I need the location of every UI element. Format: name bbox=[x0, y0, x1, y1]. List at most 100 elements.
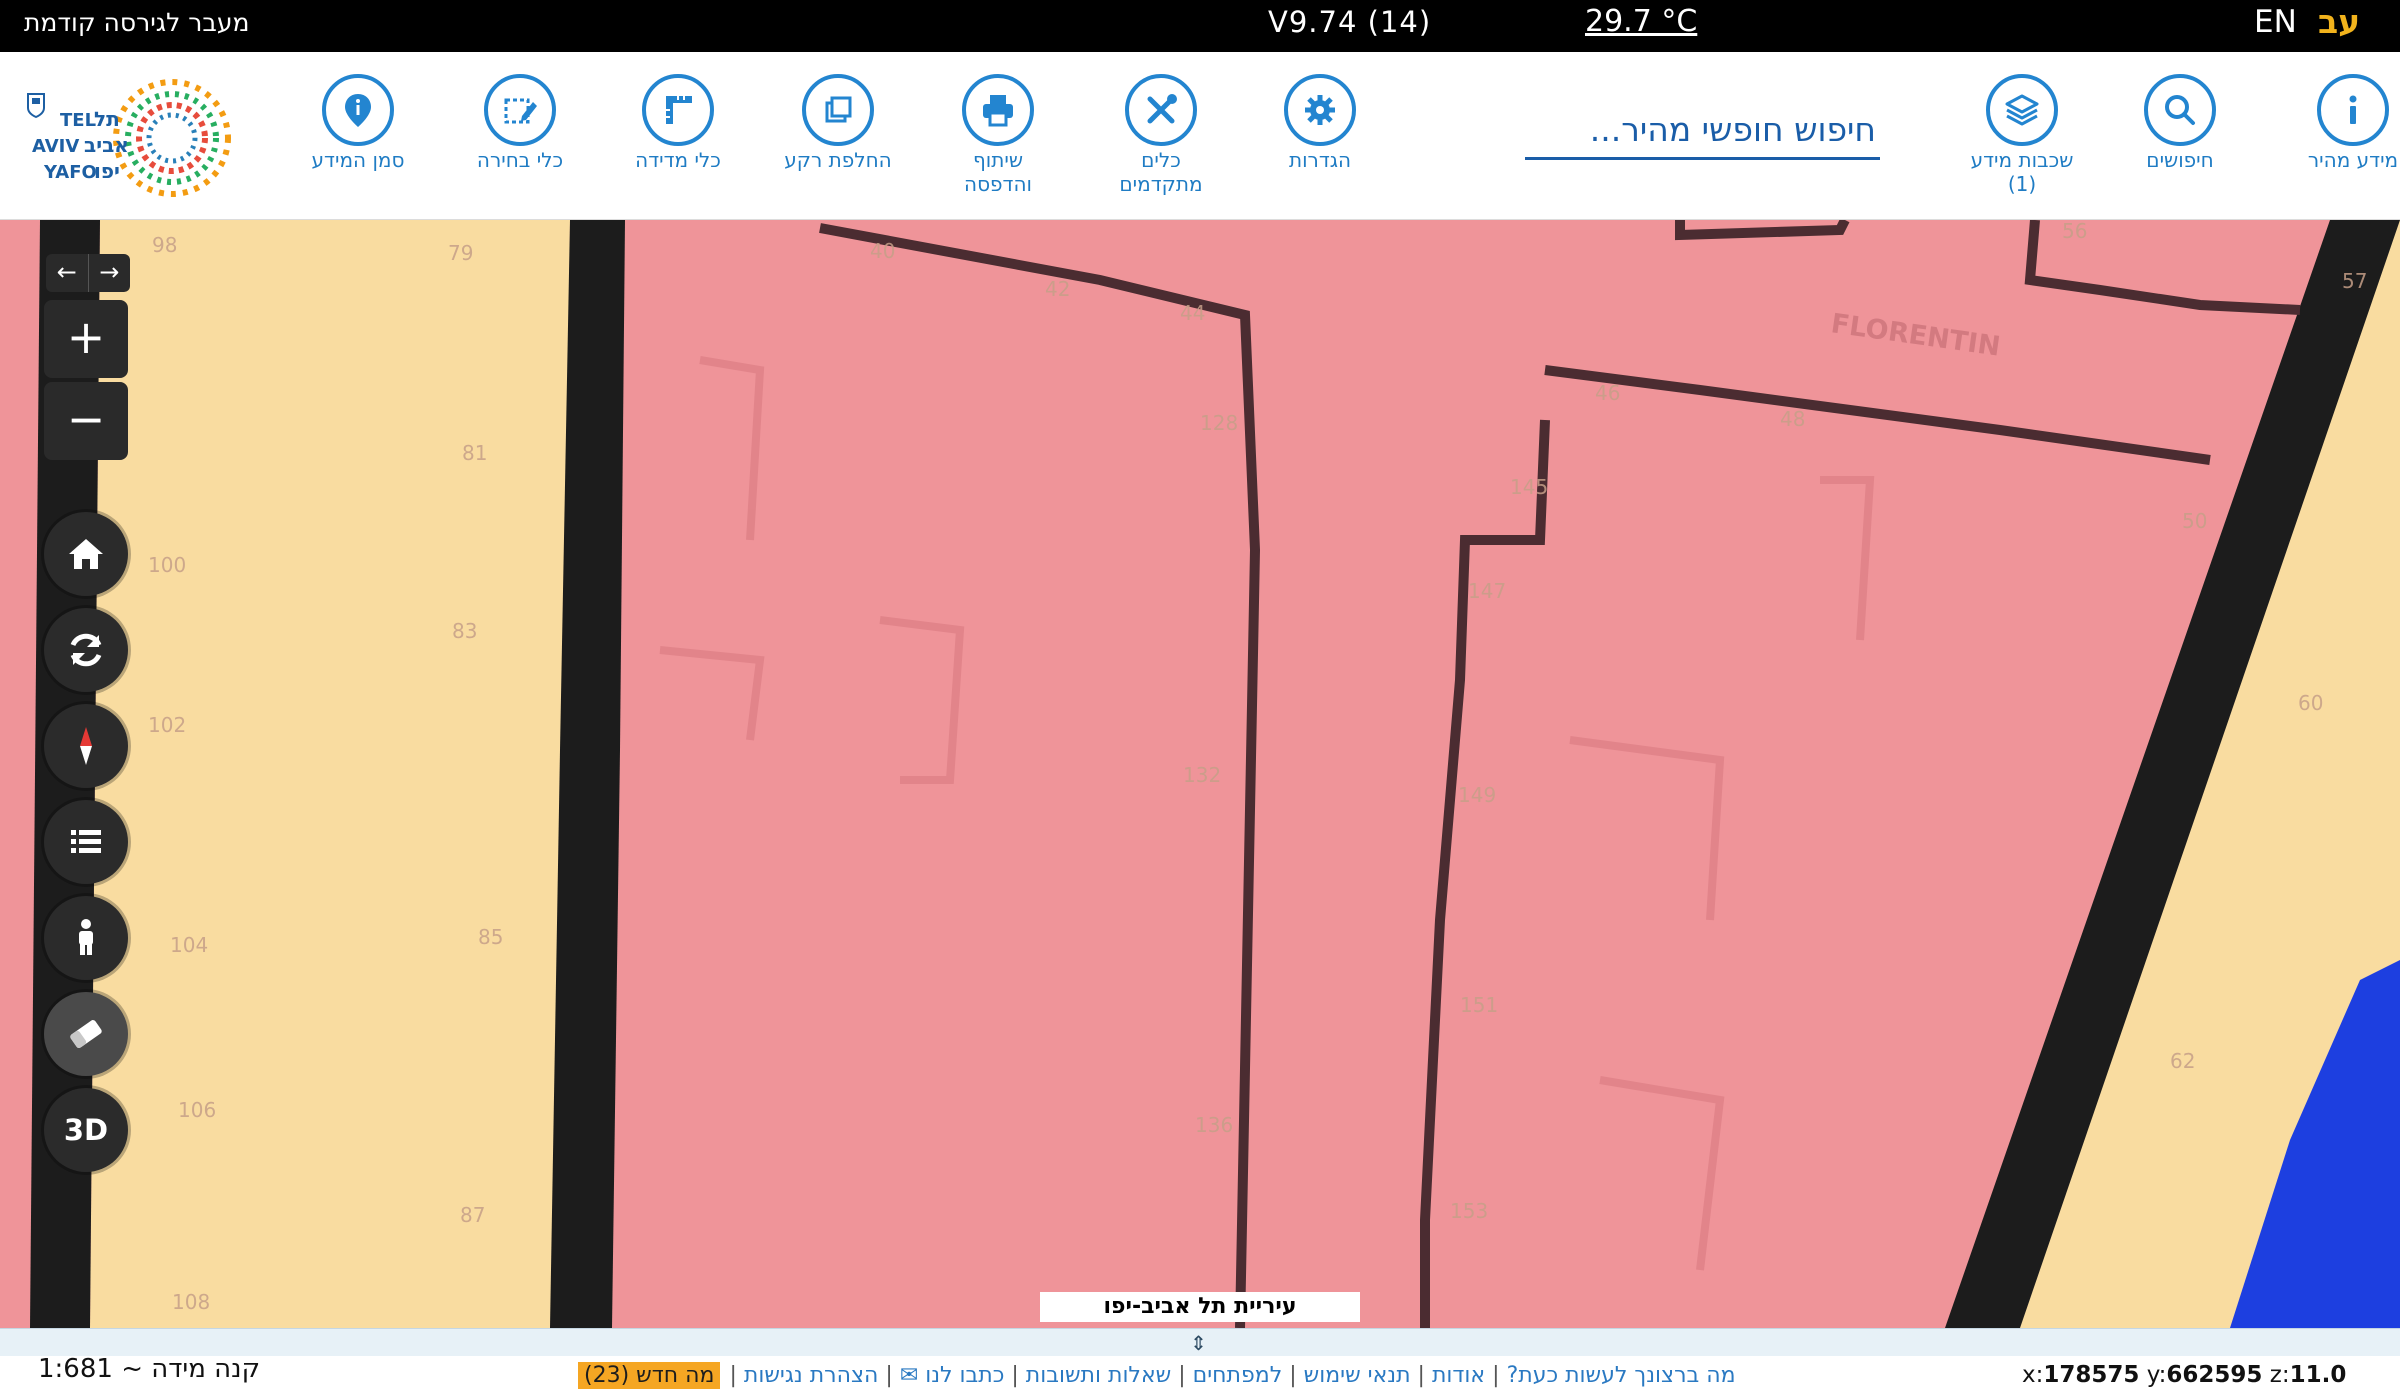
quick-search-input[interactable] bbox=[1525, 102, 1880, 157]
share-print-label-line1: שיתוף bbox=[972, 148, 1024, 172]
street-label: FLORENTIN bbox=[1829, 308, 2002, 362]
compass-button[interactable] bbox=[44, 704, 128, 788]
share-print-button[interactable]: שיתוף והדפסה bbox=[928, 74, 1068, 196]
list-icon bbox=[71, 830, 101, 853]
x-coord-value: 178575 bbox=[2043, 1362, 2140, 1388]
about-link[interactable]: אודות bbox=[1432, 1363, 1485, 1388]
map-canvas[interactable]: 98 79 81 100 83 102 85 104 106 87 108 40… bbox=[0, 220, 2400, 1328]
house-number: 100 bbox=[148, 553, 186, 577]
link-separator: | bbox=[1492, 1362, 1500, 1388]
plus-icon: + bbox=[66, 310, 106, 364]
street-view-button[interactable] bbox=[44, 896, 128, 980]
x-coord-label: x: bbox=[2022, 1362, 2044, 1388]
house-number: 136 bbox=[1195, 1113, 1233, 1137]
legend-list-button[interactable] bbox=[44, 800, 128, 884]
refresh-button[interactable] bbox=[44, 608, 128, 692]
zoom-out-button[interactable]: − bbox=[44, 382, 128, 460]
minus-icon: − bbox=[66, 392, 106, 446]
info-marker-label: סמן המידע bbox=[311, 148, 405, 172]
house-number: 85 bbox=[478, 925, 503, 949]
link-separator: | bbox=[1011, 1362, 1019, 1388]
svg-text:TEL: TEL bbox=[60, 110, 96, 131]
house-number: 104 bbox=[170, 933, 208, 957]
searches-label: חיפושים bbox=[2146, 148, 2214, 172]
svg-text:AVIV: AVIV bbox=[32, 136, 79, 157]
house-number: 50 bbox=[2182, 509, 2207, 533]
advanced-tools-label-line2: מתקדמים bbox=[1119, 172, 1203, 196]
logo-sunburst-icon bbox=[113, 79, 231, 197]
link-separator: | bbox=[1178, 1362, 1186, 1388]
measure-tools-button[interactable]: כלי מדידה bbox=[608, 74, 748, 172]
house-number: 106 bbox=[178, 1098, 216, 1122]
house-number: 98 bbox=[152, 233, 177, 257]
svg-text:יפו: יפו bbox=[94, 159, 120, 183]
home-icon bbox=[69, 539, 103, 569]
eraser-button[interactable] bbox=[44, 992, 128, 1076]
house-number: 102 bbox=[148, 713, 186, 737]
pan-right-icon[interactable]: → bbox=[89, 254, 131, 292]
house-number: 40 bbox=[870, 239, 895, 263]
layers-icon bbox=[2005, 94, 2039, 126]
terms-link[interactable]: תנאי שימוש bbox=[1304, 1363, 1411, 1388]
share-print-label-line2: והדפסה bbox=[964, 172, 1032, 196]
house-number: 56 bbox=[2062, 220, 2087, 243]
eraser-icon bbox=[70, 1020, 102, 1048]
whats-new-link[interactable]: (23) מה חדש bbox=[578, 1361, 721, 1389]
contact-link[interactable]: כתבו לנו ✉ bbox=[900, 1363, 1005, 1388]
zoom-in-button[interactable]: + bbox=[44, 300, 128, 378]
map-background: 98 79 81 100 83 102 85 104 106 87 108 40… bbox=[0, 220, 2400, 1328]
ruler-icon bbox=[666, 96, 692, 124]
language-he-button[interactable]: עב bbox=[2318, 2, 2360, 41]
house-number: 60 bbox=[2298, 691, 2323, 715]
gear-icon bbox=[1305, 95, 1335, 125]
house-number: 57 bbox=[2342, 269, 2367, 293]
z-coord-label: z: bbox=[2269, 1362, 2290, 1388]
language-en-button[interactable]: EN bbox=[2254, 4, 2297, 40]
searches-button[interactable]: חיפושים bbox=[2110, 74, 2250, 172]
city-label: עיריית תל אביב-יפו bbox=[1040, 1292, 1360, 1322]
house-number: 153 bbox=[1450, 1199, 1488, 1223]
advanced-tools-button[interactable]: כלים מתקדמים bbox=[1091, 74, 1231, 196]
accessibility-link[interactable]: הצהרת נגישות bbox=[744, 1363, 879, 1388]
expand-collapse-icon[interactable]: ⇕ bbox=[1190, 1329, 1207, 1357]
previous-version-link[interactable]: מעבר לגירסה קודמת bbox=[24, 8, 249, 37]
z-coord-value: 11.0 bbox=[2289, 1362, 2347, 1388]
info-marker-button[interactable]: סמן המידע bbox=[288, 74, 428, 172]
house-number: 145 bbox=[1510, 475, 1548, 499]
quick-search-box bbox=[1525, 102, 1880, 160]
developers-link[interactable]: למפתחים bbox=[1193, 1363, 1283, 1388]
refresh-icon bbox=[70, 633, 102, 667]
info-layers-count: (1) bbox=[2007, 172, 2037, 196]
city-emblem-icon bbox=[27, 93, 45, 119]
house-number: 81 bbox=[462, 441, 487, 465]
top-status-bar: מעבר לגירסה קודמת V9.74 (14) 29.7 °C EN … bbox=[0, 0, 2400, 52]
settings-label: הגדרות bbox=[1288, 148, 1352, 172]
settings-button[interactable]: הגדרות bbox=[1250, 74, 1390, 172]
house-number: 79 bbox=[448, 241, 473, 265]
temperature-label[interactable]: 29.7 °C bbox=[1585, 4, 1697, 39]
faq-link[interactable]: שאלות ותשובות bbox=[1026, 1363, 1171, 1388]
info-layers-button[interactable]: שכבות מידע (1) bbox=[1952, 74, 2092, 196]
3d-view-button[interactable]: 3D bbox=[44, 1088, 128, 1172]
house-number: 42 bbox=[1045, 277, 1070, 301]
tel-aviv-yafo-logo[interactable]: TEL AVIV YAFO תל אביב יפו bbox=[22, 76, 252, 200]
link-separator: | bbox=[729, 1362, 737, 1388]
house-number: 128 bbox=[1200, 411, 1238, 435]
y-coord-value: 662595 bbox=[2166, 1362, 2263, 1388]
pan-left-icon[interactable]: ← bbox=[46, 254, 89, 292]
house-number: 46 bbox=[1595, 381, 1620, 405]
printer-icon bbox=[983, 95, 1013, 127]
link-separator: | bbox=[1417, 1362, 1425, 1388]
house-number: 48 bbox=[1780, 407, 1805, 431]
quick-info-button[interactable]: מידע מהיר bbox=[2283, 74, 2400, 172]
search-icon bbox=[2165, 95, 2195, 125]
background-switch-icon bbox=[825, 96, 852, 123]
measure-tools-label: כלי מדידה bbox=[635, 148, 721, 172]
svg-text:YAFO: YAFO bbox=[43, 162, 97, 183]
footer-collapse-bar[interactable]: ⇕ bbox=[0, 1328, 2400, 1356]
home-button[interactable] bbox=[44, 512, 128, 596]
switch-background-button[interactable]: החלפת רקע bbox=[768, 74, 908, 172]
what-to-do-link[interactable]: מה ברצונך לעשות כעת? bbox=[1507, 1363, 1736, 1388]
selection-tools-button[interactable]: כלי בחירה bbox=[450, 74, 590, 172]
link-separator: | bbox=[1289, 1362, 1297, 1388]
